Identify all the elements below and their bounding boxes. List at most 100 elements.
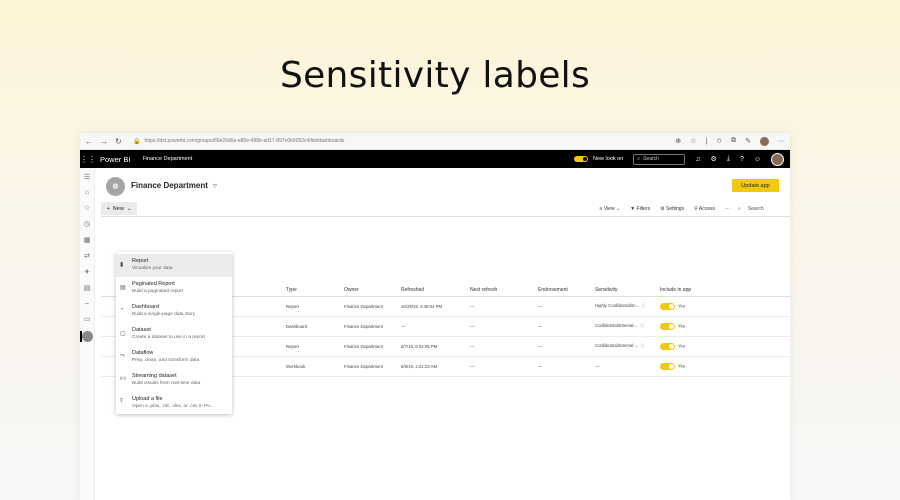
include-in-app-cell: Yes (660, 316, 791, 337)
column-header[interactable]: Next refresh (470, 285, 538, 297)
settings-button[interactable]: ⚙ Settings (660, 206, 684, 212)
browser-profile-avatar[interactable] (760, 136, 769, 146)
column-header[interactable]: Include in app (660, 285, 791, 297)
menu-item-dashboard[interactable]: ◔ Dashboard Build a single-page data story (116, 300, 232, 323)
home-icon[interactable]: ⌂ (85, 189, 89, 196)
app-launcher-icon[interactable]: ⋮⋮ (80, 155, 96, 164)
star-icon[interactable]: ☆ (690, 137, 696, 145)
favorites-icon[interactable]: ✩ (716, 137, 722, 145)
filters-button[interactable]: ▼ Filters (630, 206, 650, 212)
include-toggle[interactable] (660, 322, 675, 330)
browser-window: ← → ↻ 🔒 https://dxt.powerbi.com/groups/8… (79, 133, 791, 500)
plus-icon: + (106, 205, 110, 212)
include-toggle[interactable] (660, 342, 675, 350)
refreshed-cell-text: 10/29/19, 3:48:04 PM (401, 303, 443, 309)
browser-more-icon[interactable]: ··· (778, 138, 785, 145)
back-arrow-icon[interactable]: ← (85, 137, 93, 146)
view-button[interactable]: ≡ View ⌄ (600, 206, 621, 212)
feedback-icon[interactable]: ✎ (745, 137, 751, 145)
streaming-icon: ((•)) (120, 376, 126, 380)
new-look-toggle[interactable]: New look on (574, 156, 623, 162)
owner-cell: Finance Department (344, 296, 401, 317)
sensitivity-cell-text: Confidential\Internal-... (595, 323, 639, 328)
update-app-button[interactable]: Update app (732, 179, 779, 192)
column-header[interactable]: Sensitivity (595, 285, 660, 297)
url-text: https://dxt.powerbi.com/groups/80e26d0a-… (144, 138, 345, 144)
owner-cell: Finance Department (344, 336, 401, 357)
sensitivity-cell: — (595, 356, 660, 377)
menu-item-desc: Build visuals from real-time data (132, 381, 201, 386)
menu-item-text: Paginated Report Build a paginated report (132, 277, 183, 300)
owner-cell-text: Finance Department (344, 303, 383, 309)
collections-icon[interactable]: ⧉ (731, 137, 736, 145)
menu-item-title: Streaming dataset (132, 373, 177, 379)
menu-item-text: Dataset Create a dataset to use in a repo… (132, 323, 205, 346)
column-header[interactable]: Type (286, 285, 344, 297)
forward-arrow-icon[interactable]: → (100, 137, 108, 146)
avatar[interactable] (771, 152, 784, 166)
page-title: Finance Department ⌔ (131, 181, 218, 190)
type-cell-text: Report (286, 303, 299, 309)
more-button[interactable]: ··· (725, 206, 730, 212)
workspace-info-icon[interactable]: ⌔ (212, 184, 218, 190)
include-toggle[interactable] (660, 302, 675, 310)
brand[interactable]: Power BI (100, 155, 130, 164)
owner-cell-text: Finance Department (344, 343, 383, 349)
column-header[interactable]: Endorsement (538, 285, 595, 297)
smiley-icon[interactable]: ☺ (754, 156, 761, 163)
menu-item-text: Streaming dataset Build visuals from real… (132, 369, 200, 392)
hamburger-icon[interactable]: ☰ (84, 173, 90, 181)
menu-item-desc: Build a paginated report (132, 289, 183, 294)
bell-icon[interactable]: ♫ (695, 156, 700, 163)
learn-icon[interactable]: ✈ (84, 268, 90, 276)
menu-item-dataflow[interactable]: ⤳ Dataflow Prep, clean, and transform data (116, 346, 232, 369)
gear-icon[interactable]: ⚙ (711, 155, 717, 163)
include-toggle[interactable] (660, 362, 675, 370)
refresh-icon[interactable]: ↻ (115, 137, 122, 146)
sensitivity-cell-text: — (595, 363, 600, 369)
new-button[interactable]: + New ⌄ (101, 202, 137, 215)
apps-icon[interactable]: ▦ (84, 236, 91, 244)
upload-icon: ⤒ (120, 399, 123, 405)
topbar-workspace[interactable]: Finance Department (142, 156, 192, 162)
menu-item-report[interactable]: ▮ Report Visualize your data (116, 254, 232, 277)
shared-icon[interactable]: ⇄ (84, 252, 90, 260)
cmdbar-search[interactable]: ⌕ Search (738, 206, 790, 212)
info-icon[interactable]: ⓘ (640, 343, 644, 348)
recent-icon[interactable]: ◷ (84, 220, 90, 228)
topbar-search[interactable]: ⌕ Search (633, 153, 686, 165)
next-refresh-cell: — (470, 316, 538, 337)
topbar-search-placeholder: Search (643, 156, 659, 162)
include-label: Yes (678, 303, 686, 309)
menu-item-desc: Create a dataset to use in a report (132, 335, 205, 340)
workspaces-icon[interactable]: ▤ (84, 284, 91, 292)
info-icon[interactable]: ⓘ (640, 323, 644, 328)
sensitivity-cell-text: Highly Confidential\In... (595, 303, 640, 308)
favorites-nav-icon[interactable]: ☆ (84, 204, 90, 212)
refreshed-cell: — (401, 316, 470, 337)
help-icon[interactable]: ? (740, 156, 744, 163)
info-icon[interactable]: ⓘ (641, 303, 645, 308)
workspace-avatar: ☸ (106, 177, 125, 196)
column-header[interactable]: Refreshed (401, 285, 470, 297)
metrics-icon[interactable]: ▭ (84, 315, 91, 323)
menu-item-desc: Build a single-page data story (132, 312, 196, 317)
endorsement-cell: — (538, 296, 595, 317)
refreshed-cell: 6/7/19, 6:02:05 PM (401, 336, 470, 357)
owner-cell: Finance Department (344, 316, 401, 337)
zoom-icon[interactable]: ⊕ (675, 137, 681, 145)
menu-item-streaming-dataset[interactable]: ((•)) Streaming dataset Build visuals from… (116, 369, 232, 392)
menu-item-dataset[interactable]: ▢ Dataset Create a dataset to use in a rep… (116, 323, 232, 346)
new-look-label: New look on (593, 156, 624, 162)
menu-item-paginated-report[interactable]: ▤ Paginated Report Build a paginated repor… (116, 277, 232, 300)
menu-item-title: Dataset (132, 327, 151, 333)
menu-item-upload-a-file[interactable]: ⤒ Upload a file Open a .pbix, .rdl, .xlsx,… (116, 392, 232, 415)
access-button[interactable]: ⚲ Access (694, 206, 715, 212)
toggle-icon (574, 156, 589, 162)
menu-item-desc: Prep, clean, and transform data (132, 358, 200, 363)
download-icon[interactable]: ⤓ (727, 155, 730, 163)
url-field[interactable]: 🔒 https://dxt.powerbi.com/groups/80e26d0… (129, 136, 675, 147)
active-workspace-icon[interactable] (79, 331, 93, 342)
endorsement-cell-text: — (538, 303, 543, 309)
column-header[interactable]: Owner (344, 285, 401, 297)
